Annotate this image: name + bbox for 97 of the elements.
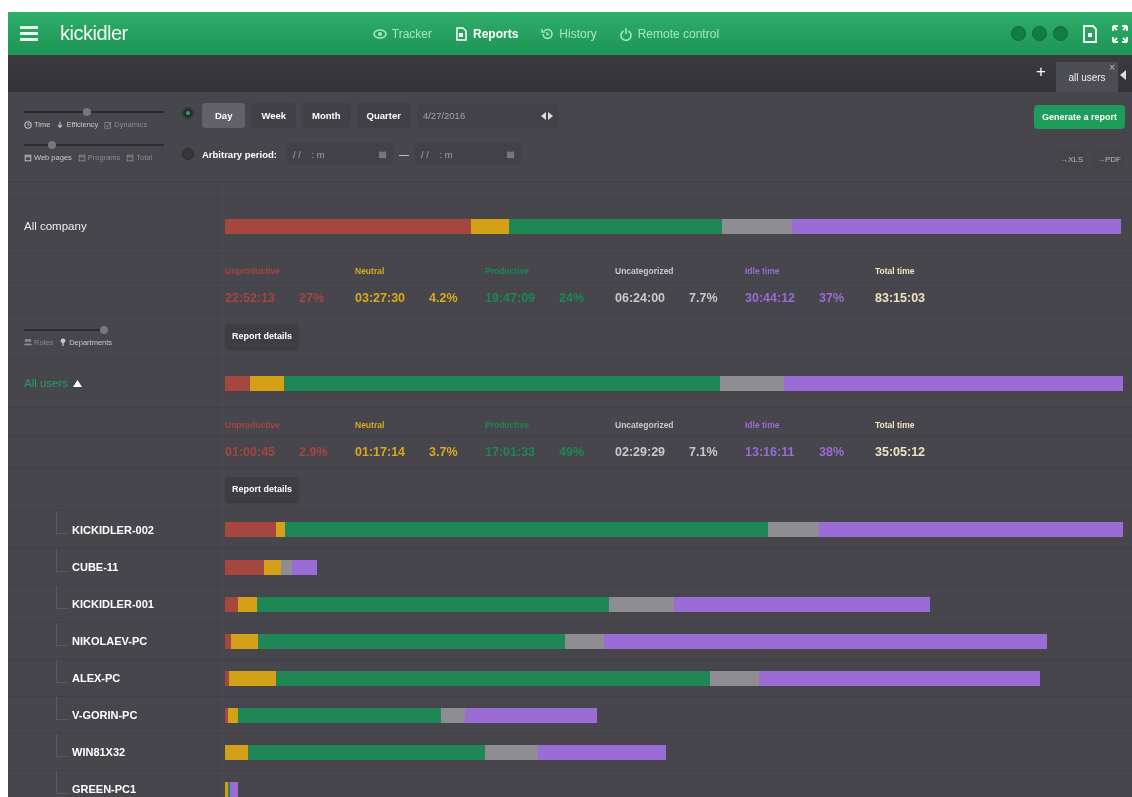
stat-percent: 38% <box>819 445 846 459</box>
stat-percent: 24% <box>559 291 586 305</box>
calendar-icon[interactable] <box>505 149 515 159</box>
device-name[interactable]: V-GORIN-PC <box>72 709 138 721</box>
stat-percent: 49% <box>559 445 586 459</box>
people-icon <box>24 338 32 346</box>
device-name[interactable]: ALEX-PC <box>72 672 121 684</box>
stat-label: Uncategorized <box>615 420 675 430</box>
arrows-icon[interactable] <box>540 111 553 120</box>
tree-line <box>56 697 69 720</box>
slider[interactable] <box>24 108 164 116</box>
close-button[interactable]: × <box>1109 62 1115 73</box>
menu-icon[interactable] <box>20 26 38 41</box>
tree-line <box>56 549 69 572</box>
tree-line <box>56 511 69 534</box>
history-icon <box>540 26 555 41</box>
period-button[interactable]: Day <box>202 103 246 128</box>
stat-label: Unproductive <box>225 420 281 430</box>
stat-label: Neutral <box>355 420 386 430</box>
arrow-icon[interactable] <box>1120 70 1126 80</box>
group-name: All company <box>24 220 87 232</box>
date-field[interactable]: 4/27/2016 <box>416 103 559 128</box>
stat-percent: 3.7% <box>429 445 459 459</box>
stat-percent: 7.7% <box>689 291 719 305</box>
stat-value: 17:01:33 <box>485 445 537 459</box>
stat-label: Total time <box>875 420 916 430</box>
clock-icon <box>24 120 32 129</box>
report-details-button[interactable]: Report details <box>225 324 299 348</box>
period-button[interactable]: Week <box>251 103 297 128</box>
tree-line <box>56 660 69 683</box>
stat-label: Productive <box>485 266 530 276</box>
export-button[interactable]: →PDF <box>1093 150 1125 169</box>
tree-line <box>56 734 69 757</box>
generate-report-button[interactable]: Generate a report <box>1033 105 1125 129</box>
stat-label: Idle time <box>745 420 781 430</box>
period-button[interactable]: Month <box>302 103 351 128</box>
range-dash: — <box>398 148 409 160</box>
tree-line <box>56 586 69 609</box>
stat-value: 83:15:03 <box>875 291 927 305</box>
report-details-button[interactable]: Report details <box>225 477 299 501</box>
fullscreen-icon[interactable] <box>1112 24 1128 43</box>
window-icon <box>77 153 86 162</box>
device-name[interactable]: CUBE-11 <box>72 561 119 573</box>
device-name[interactable]: GREEN-PC1 <box>72 783 137 795</box>
document-icon <box>454 26 468 41</box>
stat-value: 03:27:30 <box>355 291 407 305</box>
device-name[interactable]: KICKIDLER-001 <box>72 598 154 610</box>
stat-value: 02:29:29 <box>615 445 667 459</box>
stat-percent: 2.9% <box>299 445 329 459</box>
status-dot <box>1011 26 1026 41</box>
stat-label: Idle time <box>745 266 781 276</box>
device-name[interactable]: NIKOLAEV-PC <box>72 635 148 647</box>
logo: kickidler <box>60 22 128 45</box>
pin-icon <box>59 338 68 346</box>
start-date-field[interactable]: / / : m <box>286 143 393 165</box>
stat-value: 35:05:12 <box>875 445 927 459</box>
stat-label: Unproductive <box>225 266 281 276</box>
arrow-icon <box>56 120 65 129</box>
stat-percent: 27% <box>299 291 326 305</box>
radio-button[interactable] <box>182 148 194 160</box>
stat-label: Productive <box>485 420 530 430</box>
device-name[interactable]: WIN81X32 <box>72 746 126 758</box>
slider[interactable] <box>24 141 164 149</box>
status-dot <box>1053 26 1068 41</box>
tree-line <box>56 771 69 794</box>
tree-line <box>56 623 69 646</box>
status-dot <box>1032 26 1047 41</box>
radio-button[interactable] <box>182 107 194 119</box>
triangle-icon[interactable] <box>73 379 83 387</box>
window-icon <box>24 153 32 162</box>
add-tab-button[interactable]: + <box>1036 62 1046 82</box>
period-button[interactable]: Quarter <box>356 103 411 128</box>
stat-percent: 4.2% <box>429 291 459 305</box>
document-icon[interactable] <box>1082 24 1098 43</box>
power-icon <box>618 26 633 41</box>
stat-value: 19:47:09 <box>485 291 537 305</box>
checkbox-icon <box>104 120 113 129</box>
calendar-icon[interactable] <box>377 149 387 159</box>
window-icon <box>126 153 135 162</box>
stat-percent: 37% <box>819 291 846 305</box>
stat-value: 06:24:00 <box>615 291 667 305</box>
stat-value: 30:44:12 <box>745 291 797 305</box>
arbitrary-period-label: Arbitrary period: <box>202 148 277 160</box>
stat-value: 22:52:13 <box>225 291 277 305</box>
nav-tab[interactable]: Reports <box>454 26 519 41</box>
stat-label: Neutral <box>355 266 386 276</box>
end-date-field[interactable]: / / : m <box>414 143 521 165</box>
stat-value: 13:16:11 <box>745 445 796 459</box>
eye-icon <box>372 26 387 41</box>
stat-value: 01:00:45 <box>225 445 277 459</box>
stat-label: Total time <box>875 266 916 276</box>
device-name[interactable]: KICKIDLER-002 <box>72 523 154 536</box>
stat-value: 01:17:14 <box>355 445 407 459</box>
stat-percent: 7.1% <box>689 445 719 459</box>
stat-label: Uncategorized <box>615 266 675 276</box>
export-button[interactable]: →XLS <box>1055 150 1087 169</box>
tab[interactable]: all users × <box>1056 62 1118 92</box>
